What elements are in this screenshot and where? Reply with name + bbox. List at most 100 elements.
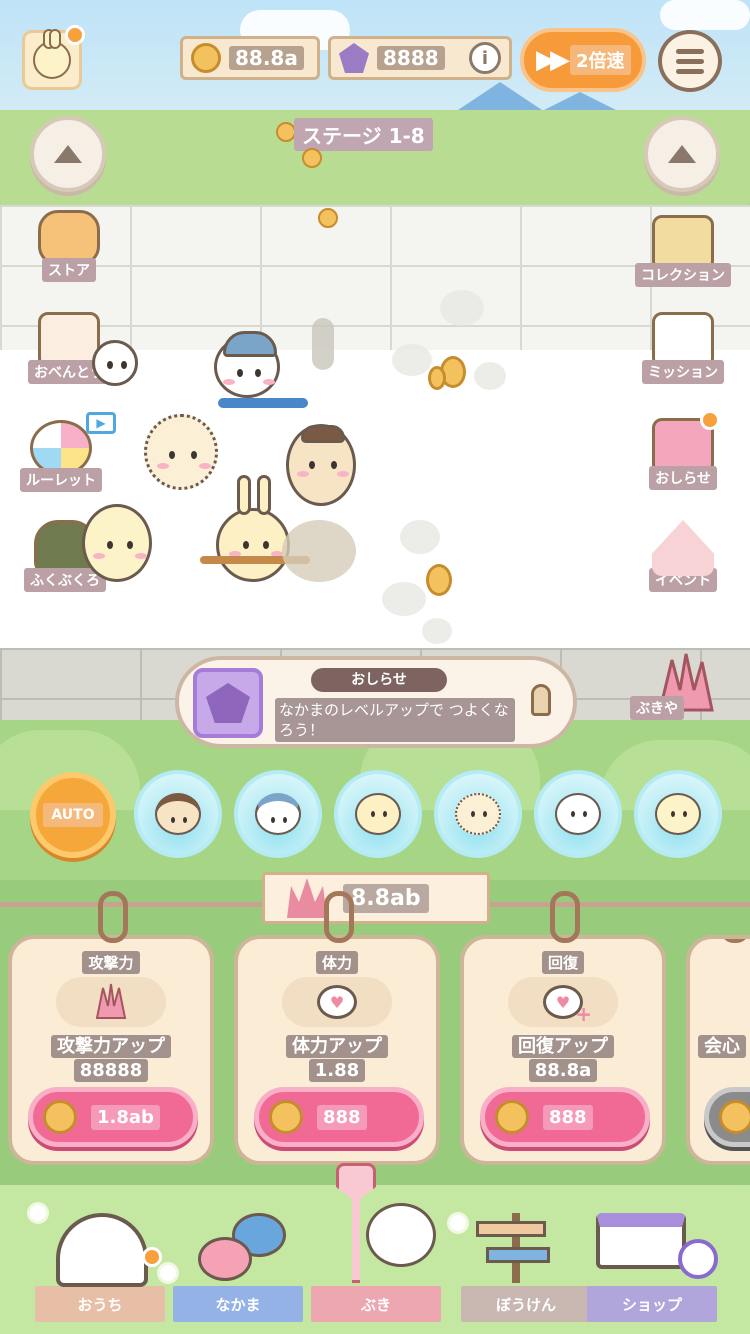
- coin-icon: [495, 1100, 529, 1134]
- card-desc-line: 88.8a: [528, 1059, 598, 1082]
- card-description: 回復アップ 88.8a: [484, 1035, 642, 1083]
- party-slot-rakko[interactable]: [134, 770, 222, 858]
- buy-price: 888: [543, 1104, 593, 1130]
- buy-button-locked[interactable]: [704, 1087, 750, 1147]
- fast-forward-icon: ▶▶: [536, 45, 570, 75]
- card-title: 体力: [315, 951, 358, 974]
- auto-label: AUTO: [43, 803, 103, 827]
- notice-banner[interactable]: おしらせ なかまのレベルアップで つよくなろう！: [175, 656, 577, 748]
- side-menu-event[interactable]: イベント: [638, 520, 728, 600]
- shisa-portrait-icon: [655, 793, 701, 835]
- coin-value: 88.8a: [229, 46, 304, 70]
- buy-button[interactable]: 888: [254, 1087, 424, 1147]
- side-menu-label: コレクション: [635, 263, 731, 287]
- nav-home[interactable]: おうち: [30, 1195, 170, 1334]
- coin-counter: 88.8a: [180, 36, 320, 80]
- coin-icon: [719, 1100, 750, 1134]
- upgrade-card-attack: 攻撃力 攻撃力アップ 88888 1.8ab: [8, 891, 214, 1165]
- party-slot-shisa[interactable]: [634, 770, 722, 858]
- kurimanju-portrait-icon: [455, 793, 501, 835]
- dust-cloud: [400, 520, 440, 554]
- weapon-shop-button[interactable]: ぶきや: [630, 650, 730, 745]
- dust-cloud: [282, 520, 356, 582]
- auto-button[interactable]: AUTO: [30, 772, 116, 858]
- weapon-hero-icon: [336, 1163, 436, 1283]
- momonga-portrait-icon: [555, 793, 601, 835]
- left-up-button[interactable]: [30, 116, 106, 192]
- side-menu-store[interactable]: ストア: [24, 210, 114, 290]
- claw-icon: [95, 983, 127, 1019]
- arrow-up-icon: [668, 145, 696, 163]
- clothespin-icon: [550, 891, 580, 943]
- shelf-sign: 8.8ab: [262, 872, 490, 924]
- card-desc-line: 88888: [73, 1059, 149, 1082]
- coin-icon: [43, 1100, 77, 1134]
- party-slot-hachiware[interactable]: [234, 770, 322, 858]
- cloud: [660, 0, 750, 30]
- house-icon: [56, 1213, 148, 1287]
- shop-building-icon: [596, 1213, 686, 1269]
- speed-toggle-button[interactable]: ▶▶ 2倍速: [520, 28, 646, 92]
- stopwatch-icon: [678, 1239, 718, 1279]
- nav-weapon[interactable]: ぶき: [306, 1163, 446, 1334]
- hachiware-portrait-icon: [255, 793, 301, 835]
- notification-dot: [142, 1247, 162, 1267]
- bell-icon: [531, 684, 551, 716]
- weapon-shop-label: ぶきや: [630, 696, 684, 720]
- buy-button[interactable]: 888: [480, 1087, 650, 1147]
- side-menu-label: ルーレット: [20, 468, 102, 492]
- side-menu-collection[interactable]: コレクション: [635, 215, 731, 295]
- upgrade-card-critical: 会心: [686, 935, 750, 1165]
- character-shisa: [82, 504, 152, 582]
- character-kurimanju: [144, 414, 218, 490]
- party-slot-usagi[interactable]: [334, 770, 422, 858]
- character-usagi: [216, 475, 290, 582]
- party-slot-kurimanju[interactable]: [434, 770, 522, 858]
- info-icon[interactable]: i: [469, 42, 501, 74]
- signpost-icon: [476, 1213, 556, 1283]
- side-menu-label: ストア: [42, 258, 96, 282]
- side-menu-missions[interactable]: ミッション: [638, 312, 728, 392]
- character-hachiware: [214, 331, 280, 398]
- battlefield: [0, 350, 750, 650]
- circus-tent-icon: [652, 520, 714, 576]
- profile-avatar-icon: [33, 29, 71, 79]
- buy-button[interactable]: 1.8ab: [28, 1087, 198, 1147]
- coin-icon: [302, 148, 322, 168]
- side-menu-label: ミッション: [642, 360, 724, 384]
- side-menu-roulette[interactable]: ルーレット ▶: [16, 412, 116, 500]
- nav-adventure[interactable]: ぼうけん: [456, 1195, 596, 1334]
- notification-dot: [700, 410, 720, 430]
- party-slot-momonga[interactable]: [534, 770, 622, 858]
- card-title: 回復: [541, 951, 584, 974]
- dust-cloud: [474, 362, 506, 390]
- arrow-up-icon: [54, 145, 82, 163]
- upgrade-card-heal: 回復 ♥ + 回復アップ 88.8a 888: [460, 891, 666, 1165]
- weapon-power-value: 8.8ab: [343, 883, 429, 913]
- notice-title: おしらせ: [311, 668, 447, 692]
- side-menu-news[interactable]: おしらせ: [638, 410, 728, 498]
- buy-price: 1.8ab: [91, 1104, 160, 1130]
- menu-button[interactable]: [658, 30, 722, 92]
- nav-label: ぼうけん: [461, 1286, 591, 1322]
- gem-counter[interactable]: 8888 i: [328, 36, 512, 80]
- coin-drop-icon[interactable]: [428, 366, 446, 390]
- video-ad-icon: ▶: [86, 412, 116, 434]
- dust-cloud: [382, 582, 426, 616]
- card-description: 攻撃力アップ 88888: [32, 1035, 190, 1083]
- card-desc-line: 攻撃力アップ: [51, 1035, 171, 1058]
- nav-friends[interactable]: なかま: [168, 1195, 308, 1334]
- coin-drop-icon[interactable]: [426, 564, 452, 596]
- right-up-button[interactable]: [644, 116, 720, 192]
- claw-weapon-icon: [287, 878, 327, 918]
- nav-label: ショップ: [587, 1286, 717, 1322]
- dust-cloud: [440, 290, 484, 326]
- pincer-weapon-icon: [218, 398, 308, 408]
- profile-button[interactable]: [22, 25, 85, 90]
- nav-label: なかま: [173, 1286, 303, 1322]
- friends-icon: [198, 1213, 288, 1283]
- notice-text: なかまのレベルアップで つよくなろう！: [275, 698, 515, 742]
- nav-shop[interactable]: ショップ: [582, 1195, 722, 1334]
- card-desc-line: 会心: [698, 1035, 746, 1058]
- coin-icon: [191, 43, 221, 73]
